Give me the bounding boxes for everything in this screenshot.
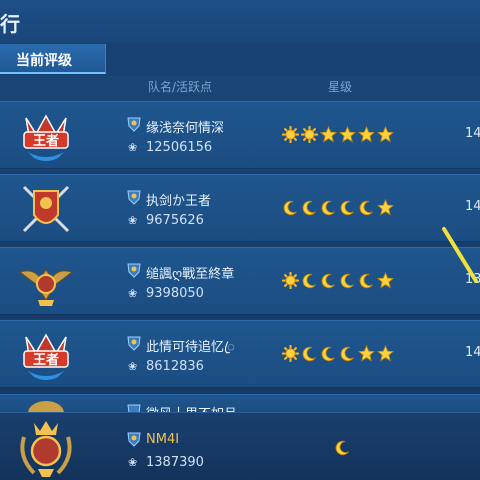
lotus-icon: ❀ [128,360,138,373]
player-name: 缒諷ღ戰至終章 [146,267,235,282]
lotus-icon: ❀ [128,141,138,154]
eagle-emblem-icon [18,269,74,306]
active-points: 9398050 [146,286,204,301]
hero-badge-icon [127,432,141,447]
king-emblem-icon: 王者 [23,333,69,380]
row-trailing-value: 14 [465,126,480,141]
my-active-points: 1387390 [146,455,204,470]
highlight-stroke [442,227,478,283]
ranking-row[interactable]: 执剑か王者 ❀ 9675626 14 [0,174,480,242]
moon-icon [340,200,354,216]
hero-badge-icon [127,190,141,205]
hero-badge-icon [127,336,141,351]
moon-icon [302,200,316,216]
ranking-row-partial[interactable]: 微风十里不如旦 [0,394,480,414]
moon-icon [340,273,354,289]
laurel-crown-emblem-icon [20,421,72,477]
star-rating [282,272,394,289]
moon-icon [359,273,373,289]
tab-current-rank-label: 当前评级 [16,53,72,69]
column-header-stars: 星级 [328,80,353,94]
svg-text:王者: 王者 [33,133,59,149]
svg-text:王者: 王者 [33,352,59,368]
ranking-row[interactable]: 王者 缘浅奈何情深 ❀ 12506156 14 [0,101,480,169]
moon-icon [302,346,316,362]
active-points: 9675626 [146,213,204,228]
column-header-name: 队名/活跃点 [148,80,213,94]
sun-icon [282,272,299,289]
row-trailing-value: 14 [465,199,480,214]
star-icon [377,272,394,289]
sun-icon [282,345,299,362]
page-title: 行 [0,12,20,36]
star-icon [358,345,375,362]
shield-swords-emblem-icon [22,185,70,233]
star-icon [320,126,337,143]
my-rank-bar[interactable]: NM4I ❀ 1387390 [0,412,480,480]
hero-badge-icon [127,263,141,278]
lotus-icon: ❀ [128,456,138,469]
star-icon [339,126,356,143]
star-rating [282,345,394,362]
star-icon [377,345,394,362]
my-player-name: NM4I [146,432,180,447]
hero-badge-icon [127,117,141,132]
king-emblem-icon: 王者 [23,114,69,161]
star-rating [282,199,394,216]
active-points: 12506156 [146,140,213,155]
moon-icon [283,200,297,216]
tab-current-rank[interactable]: 当前评级 [0,44,106,74]
moon-icon [359,200,373,216]
moon-icon [321,200,335,216]
active-points: 8612836 [146,359,204,374]
my-star-rating [334,439,351,456]
ranking-row[interactable]: 王者 此情可待追忆ꦿ ❀ 8612836 14 [0,320,480,388]
ranking-row[interactable]: 缒諷ღ戰至終章 ❀ 9398050 13 [0,247,480,315]
star-icon [377,126,394,143]
star-icon [377,199,394,216]
row-trailing-value: 14 [465,345,480,360]
sun-icon [301,126,318,143]
player-name: 执剑か王者 [146,194,212,209]
moon-icon [335,440,349,456]
lotus-icon: ❀ [128,214,138,227]
player-name: 缘浅奈何情深 [146,121,225,136]
moon-icon [302,273,316,289]
star-rating [282,126,394,143]
lotus-icon: ❀ [128,287,138,300]
top-bar: 行 [0,0,480,42]
moon-icon [321,346,335,362]
moon-icon [321,273,335,289]
star-icon [358,126,375,143]
sun-icon [282,126,299,143]
moon-icon [340,346,354,362]
